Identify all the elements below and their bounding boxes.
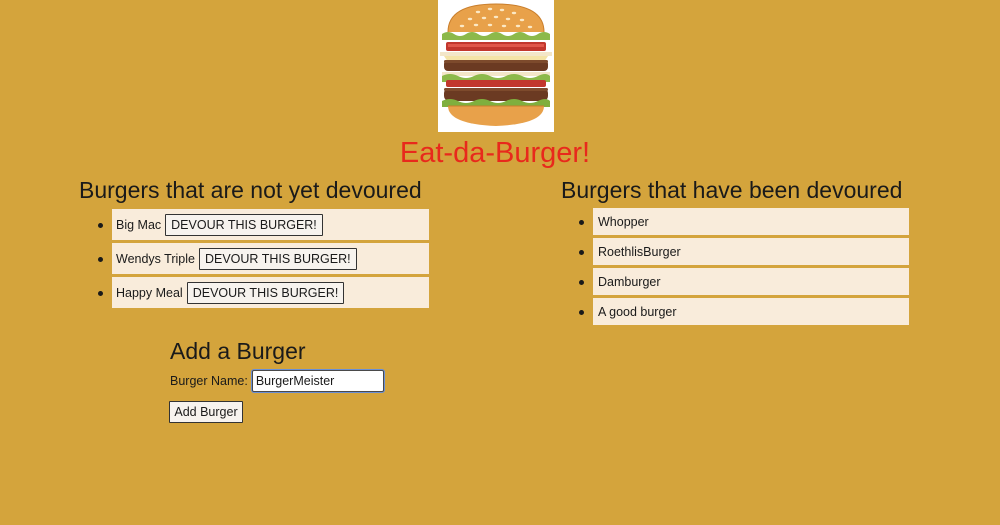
devour-button[interactable]: DEVOUR THIS BURGER! xyxy=(165,213,323,236)
burger-logo xyxy=(438,0,554,132)
app-title: Eat-da-Burger! xyxy=(399,137,591,169)
devoured-list: Whopper RoethlisBurger Damburger A good … xyxy=(579,208,909,328)
burger-name-label: Burger Name: xyxy=(170,374,248,388)
burger-name: A good burger xyxy=(598,304,677,319)
devour-button[interactable]: DEVOUR THIS BURGER! xyxy=(198,247,357,270)
burger-icon xyxy=(440,3,552,126)
burger-name: Damburger xyxy=(598,274,661,289)
burger-name-input[interactable] xyxy=(251,370,384,392)
burger-name: Whopper xyxy=(598,214,649,229)
burger-name: Happy Meal xyxy=(116,285,183,300)
not-devoured-item: Big Mac DEVOUR THIS BURGER! xyxy=(98,209,429,240)
devoured-item: Whopper xyxy=(579,208,909,235)
devoured-heading: Burgers that have been devoured xyxy=(561,177,903,203)
devoured-item: A good burger xyxy=(579,298,909,325)
not-devoured-heading: Burgers that are not yet devoured xyxy=(79,177,422,203)
devour-button[interactable]: DEVOUR THIS BURGER! xyxy=(186,281,345,304)
devoured-item: RoethlisBurger xyxy=(579,238,909,265)
not-devoured-item: Wendys Triple DEVOUR THIS BURGER! xyxy=(98,243,429,274)
add-burger-heading: Add a Burger xyxy=(170,338,306,364)
burger-name: Big Mac xyxy=(116,217,162,232)
not-devoured-list: Big Mac DEVOUR THIS BURGER! Wendys Tripl… xyxy=(98,209,429,311)
burger-name: RoethlisBurger xyxy=(598,244,681,259)
devoured-item: Damburger xyxy=(579,268,909,295)
add-burger-button[interactable]: Add Burger xyxy=(169,401,243,423)
burger-name-row: Burger Name: xyxy=(170,370,384,392)
not-devoured-item: Happy Meal DEVOUR THIS BURGER! xyxy=(98,277,429,308)
burger-name: Wendys Triple xyxy=(116,251,195,266)
